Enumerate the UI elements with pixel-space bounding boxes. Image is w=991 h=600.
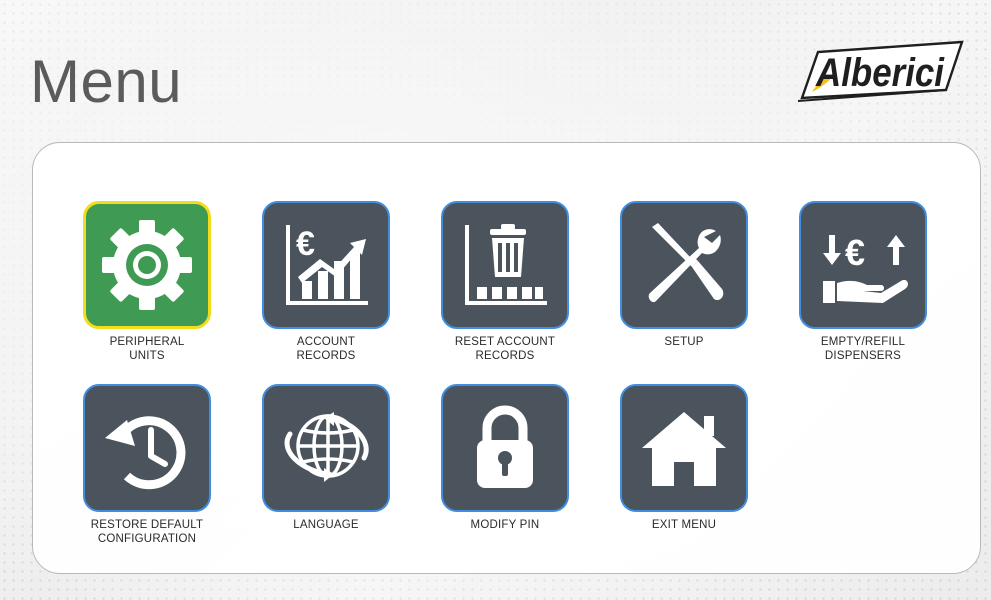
svg-text:€: € xyxy=(845,232,865,273)
lock-icon xyxy=(477,405,533,488)
page-title: Menu xyxy=(30,48,183,115)
empty-refill-dispensers-tile[interactable]: € xyxy=(799,201,927,329)
modify-pin-button[interactable]: MODIFY PIN xyxy=(439,384,571,532)
restore-default-configuration-tile[interactable] xyxy=(83,384,211,512)
reset-account-records-tile[interactable] xyxy=(441,201,569,329)
svg-text:€: € xyxy=(296,225,315,263)
account-records-button[interactable]: € ACCOUNT RECORDS xyxy=(260,201,392,363)
account-records-tile[interactable]: € xyxy=(262,201,390,329)
account-records-label: ACCOUNT RECORDS xyxy=(296,336,356,362)
svg-text:Alberici: Alberici xyxy=(815,51,945,95)
euro-hand-icon: € xyxy=(823,232,908,303)
modify-pin-tile[interactable] xyxy=(441,384,569,512)
peripheral-units-tile[interactable] xyxy=(83,201,211,329)
modify-pin-label: MODIFY PIN xyxy=(470,519,540,531)
restore-default-configuration-button[interactable]: RESTORE DEFAULT CONFIGURATION xyxy=(81,384,213,546)
exit-menu-tile[interactable] xyxy=(620,384,748,512)
language-label: LANGUAGE xyxy=(293,519,359,531)
gear-icon xyxy=(102,220,192,310)
setup-button[interactable]: SETUP xyxy=(618,201,750,349)
peripheral-units-button[interactable]: PERIPHERAL UNITS xyxy=(81,201,213,363)
history-icon xyxy=(105,416,186,490)
alberici-logo: Alberici xyxy=(797,40,964,102)
empty-refill-dispensers-label: EMPTY/REFILL DISPENSERS xyxy=(820,336,906,362)
language-tile[interactable] xyxy=(262,384,390,512)
exit-menu-label: EXIT MENU xyxy=(651,519,717,531)
reset-account-records-label: RESET ACCOUNT RECORDS xyxy=(454,336,556,362)
home-icon xyxy=(642,412,726,486)
setup-label: SETUP xyxy=(664,336,704,348)
empty-refill-dispensers-button[interactable]: € EMPTY/REFILL DISPENSERS xyxy=(797,201,929,363)
globe-icon xyxy=(284,412,369,482)
exit-menu-button[interactable]: EXIT MENU xyxy=(618,384,750,532)
trash-chart-icon xyxy=(465,224,547,305)
peripheral-units-label: PERIPHERAL UNITS xyxy=(109,336,185,362)
tools-icon xyxy=(648,223,724,303)
reset-account-records-button[interactable]: RESET ACCOUNT RECORDS xyxy=(439,201,571,363)
restore-default-configuration-label: RESTORE DEFAULT CONFIGURATION xyxy=(90,519,204,545)
language-button[interactable]: LANGUAGE xyxy=(260,384,392,532)
euro-chart-icon: € xyxy=(286,225,368,305)
setup-tile[interactable] xyxy=(620,201,748,329)
